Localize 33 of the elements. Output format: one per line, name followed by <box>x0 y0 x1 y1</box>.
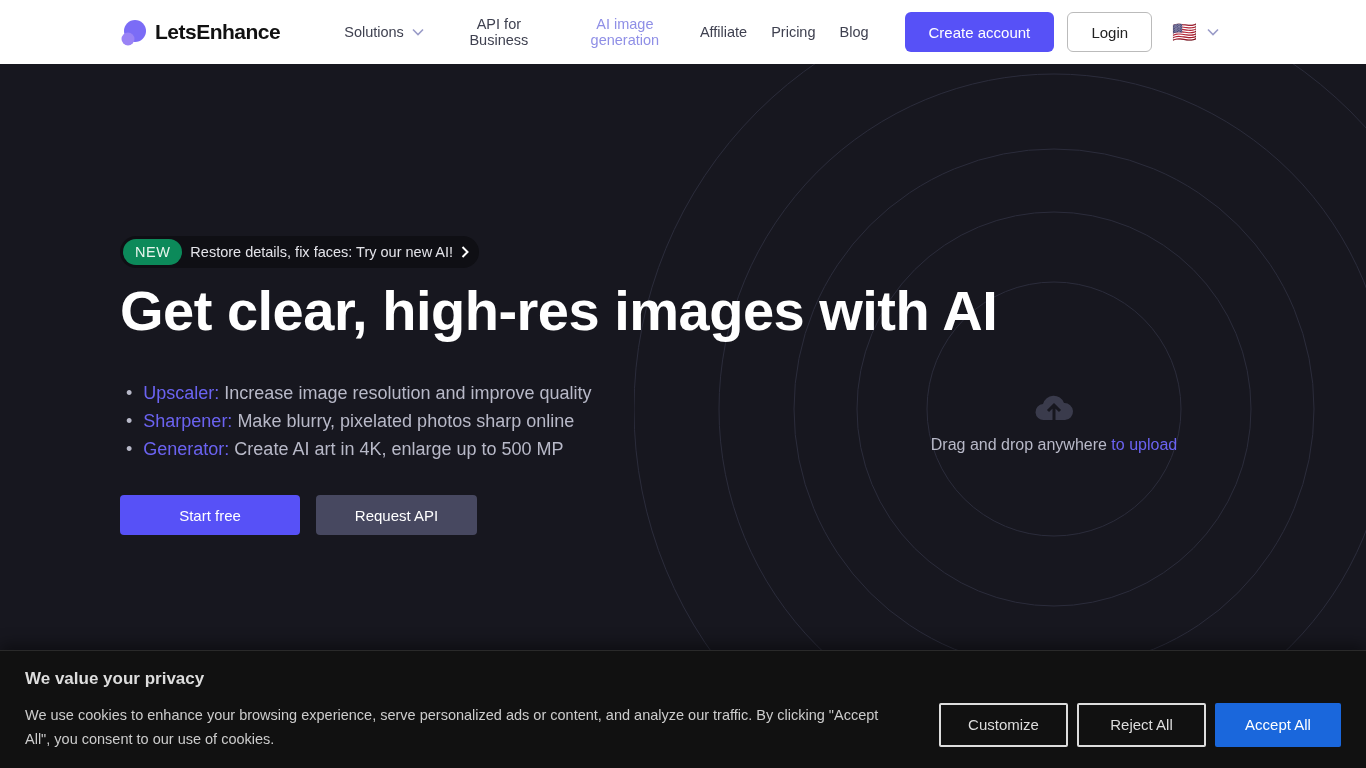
login-button[interactable]: Login <box>1067 12 1153 52</box>
feature-item: Upscaler: Increase image resolution and improve quality <box>143 382 592 405</box>
announcement-banner[interactable]: NEW Restore details, fix faces: Try our new AI! <box>120 236 480 268</box>
upload-link[interactable]: to upload <box>1111 436 1178 453</box>
bullet: • <box>126 410 133 433</box>
nav-link[interactable]: Blog <box>827 24 881 40</box>
request-api-button[interactable]: Request API <box>316 495 477 535</box>
cookie-option-button[interactable]: Reject All <box>1077 702 1206 747</box>
announcement-text: Restore details, fix faces: Try our new AI! <box>190 244 454 260</box>
hero-title: Get clear, high-res images with AI <box>120 278 999 343</box>
nav-dropdown[interactable]: Solutions <box>332 24 436 40</box>
new-tag: NEW <box>123 239 183 265</box>
feature-item: Sharpener: Make blurry, pixelated photos sharp online <box>143 410 575 433</box>
logo-icon <box>120 18 147 46</box>
nav-link[interactable]: Pricing <box>759 24 828 40</box>
cloud-upload-icon[interactable] <box>1034 394 1074 422</box>
cookie-title: We value your privacy <box>25 668 206 689</box>
logo-text[interactable]: LetsEnhance <box>155 20 281 44</box>
nav-link[interactable]: API for Business <box>435 16 562 48</box>
accept-button[interactable]: Accept All <box>1215 702 1341 747</box>
cookie-option-button[interactable]: Customize <box>939 702 1068 747</box>
chevron-right-icon <box>461 246 470 258</box>
start-free-button[interactable]: Start free <box>120 495 300 535</box>
create-account-button[interactable]: Create account <box>904 12 1055 52</box>
bullet: • <box>126 438 133 461</box>
upload-hint: Drag and drop anywhere to upload <box>930 436 1178 454</box>
bullet: • <box>126 382 133 405</box>
nav-link[interactable]: Affiliate <box>687 24 760 40</box>
cookie-text: We use cookies to enhance your browsing experience, serve personalized ads or content, and analyze our traffic. By clicking "Accept All", you consent to our use of cookies. <box>25 705 880 749</box>
flag-icon[interactable]: 🇺🇸 <box>1172 20 1198 44</box>
feature-item: Generator: Create AI art in 4K, enlarge up to 500 MP <box>143 438 564 461</box>
chevron-down-icon[interactable] <box>1207 28 1220 36</box>
chevron-down-icon <box>411 28 424 36</box>
